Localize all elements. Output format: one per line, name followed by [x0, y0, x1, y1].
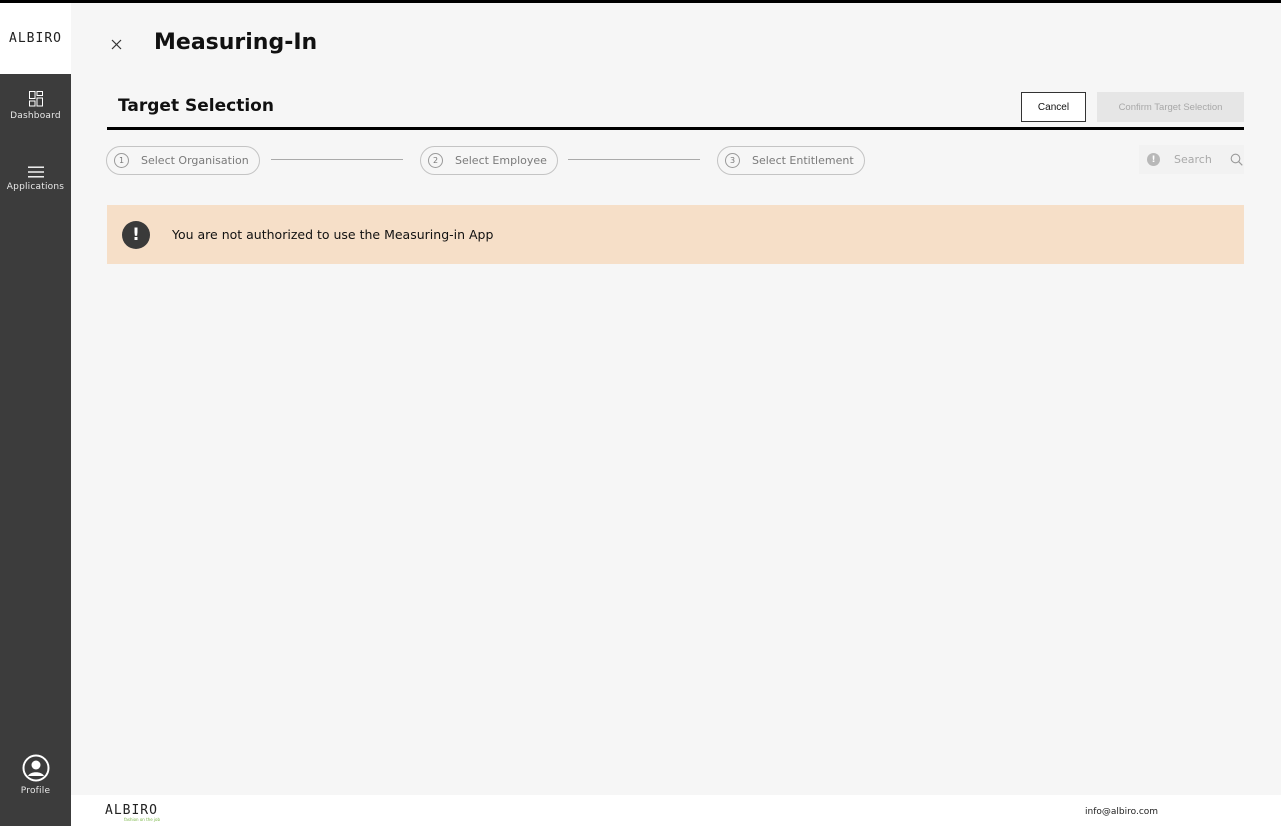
step-select-employee[interactable]: 2 Select Employee — [420, 146, 558, 175]
section-divider — [107, 127, 1244, 130]
close-icon — [111, 39, 121, 49]
close-button[interactable] — [107, 33, 125, 55]
sidebar-logo[interactable]: ALBIRO — [0, 3, 71, 74]
footer-logo: ALBIRO — [105, 803, 158, 818]
step-label: Select Entitlement — [752, 154, 854, 167]
step-number: 3 — [725, 153, 740, 168]
search-input[interactable] — [1174, 153, 1226, 166]
step-label: Select Organisation — [141, 154, 249, 167]
step-select-entitlement[interactable]: 3 Select Entitlement — [717, 146, 865, 175]
footer-email-link[interactable]: info@albiro.com — [1085, 807, 1158, 817]
brand-name: ALBIRO — [9, 31, 62, 46]
step-label: Select Employee — [455, 154, 547, 167]
sidebar-item-label: Profile — [20, 786, 51, 796]
exclamation-icon: ! — [122, 220, 150, 249]
step-number: 2 — [428, 153, 443, 168]
sidebar-item-label: Dashboard — [10, 111, 61, 121]
sidebar: ALBIRO Dashboard Applications Profile — [0, 3, 71, 826]
cancel-button[interactable]: Cancel — [1021, 92, 1086, 122]
footer-tagline: fashion on the job — [124, 817, 161, 822]
sidebar-item-applications[interactable]: Applications — [0, 166, 71, 192]
page-title: Measuring-In — [154, 30, 318, 55]
sidebar-item-label: Applications — [6, 182, 65, 192]
confirm-target-selection-button[interactable]: Confirm Target Selection — [1097, 92, 1244, 122]
search-bar: ! — [1139, 145, 1244, 174]
top-border — [0, 0, 1281, 3]
user-circle-icon — [22, 754, 49, 782]
search-icon[interactable] — [1230, 153, 1243, 166]
footer: ALBIRO fashion on the job info@albiro.co… — [71, 795, 1281, 826]
step-select-organisation[interactable]: 1 Select Organisation — [106, 146, 260, 175]
step-connector — [271, 159, 403, 160]
dashboard-grid-icon — [28, 91, 43, 107]
sidebar-item-dashboard[interactable]: Dashboard — [0, 91, 71, 121]
info-icon[interactable]: ! — [1147, 153, 1160, 166]
section-title: Target Selection — [118, 96, 274, 116]
alert-message: You are not authorized to use the Measur… — [172, 227, 494, 242]
step-number: 1 — [114, 153, 129, 168]
unauthorized-alert: ! You are not authorized to use the Meas… — [107, 205, 1244, 264]
step-connector — [568, 159, 700, 160]
hamburger-menu-icon — [27, 166, 44, 178]
sidebar-item-profile[interactable]: Profile — [0, 754, 71, 796]
